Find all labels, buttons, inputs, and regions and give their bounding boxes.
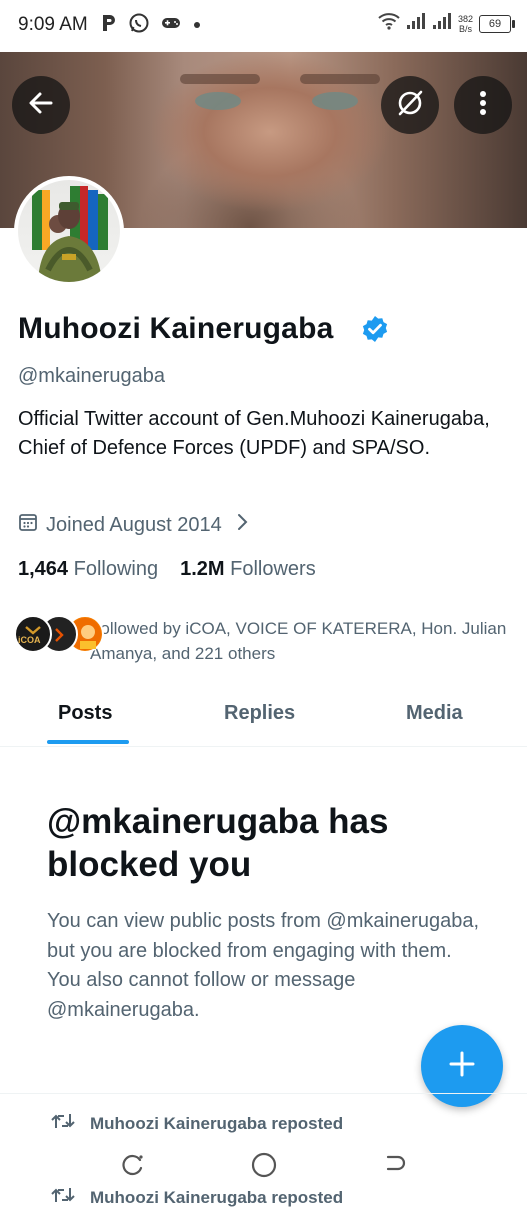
banner-detail	[300, 74, 380, 84]
profile-tabs: Posts Replies Media	[0, 688, 527, 747]
whatsapp-icon	[128, 12, 150, 39]
joined-label: Joined August 2014	[46, 513, 222, 536]
recents-button[interactable]	[118, 1152, 148, 1182]
back-button[interactable]	[12, 76, 70, 134]
blocked-title: @mkainerugaba has blocked you	[47, 802, 389, 884]
calendar-icon	[18, 512, 38, 538]
signal-icon	[432, 12, 452, 35]
circle-icon	[250, 1151, 278, 1184]
repost-icon	[50, 1112, 76, 1135]
banner-detail	[195, 92, 241, 110]
repost-text: Muhoozi Kainerugaba reposted	[90, 1113, 344, 1133]
more-button[interactable]	[454, 76, 512, 134]
mini-avatar-text: iCOA	[18, 635, 41, 645]
tab-media[interactable]: Media	[406, 702, 463, 725]
avatar-image	[18, 180, 120, 282]
grok-icon	[395, 88, 425, 123]
tab-replies[interactable]: Replies	[224, 702, 295, 725]
p-icon	[100, 13, 118, 38]
chevron-right-icon	[236, 513, 248, 537]
followed-by-text[interactable]: Followed by iCOA, VOICE OF KATERERA, Hon…	[90, 616, 510, 666]
repost-text: Muhoozi Kainerugaba reposted	[90, 1187, 344, 1207]
avatar[interactable]	[14, 176, 124, 286]
repost-row[interactable]: Muhoozi Kainerugaba reposted	[50, 1186, 343, 1209]
repost-icon	[50, 1186, 76, 1209]
speed-value: 382	[457, 13, 473, 24]
signal-icon	[406, 12, 426, 35]
joined-date[interactable]: Joined August 2014	[18, 512, 248, 538]
follow-counts: 1,464 Following 1.2M Followers	[18, 558, 316, 581]
compose-button[interactable]	[421, 1025, 503, 1107]
gamepad-icon	[160, 15, 182, 36]
banner-detail	[180, 74, 260, 84]
followers-count: 1.2M	[180, 558, 225, 580]
repost-row[interactable]: Muhoozi Kainerugaba reposted	[50, 1112, 343, 1135]
plus-icon	[448, 1050, 476, 1083]
verified-badge-icon[interactable]	[361, 315, 389, 348]
followed-by-avatars[interactable]: iCOA	[14, 615, 104, 653]
mini-avatar: iCOA	[14, 615, 52, 653]
home-button[interactable]	[249, 1152, 279, 1182]
tab-posts[interactable]: Posts	[58, 702, 112, 725]
grok-button[interactable]	[381, 76, 439, 134]
status-time: 9:09 AM	[18, 14, 88, 35]
followers-link[interactable]: 1.2M Followers	[180, 558, 316, 581]
battery-icon: 69	[479, 14, 515, 33]
status-bar: 9:09 AM 382 B/s 69	[0, 0, 527, 52]
profile-name: Muhoozi Kainerugaba	[18, 312, 334, 345]
dot-icon	[192, 17, 202, 35]
network-speed: 382 B/s	[458, 14, 473, 34]
profile-bio: Official Twitter account of Gen.Muhoozi …	[18, 408, 490, 459]
following-link[interactable]: 1,464 Following	[18, 558, 158, 581]
rotate-icon	[120, 1152, 146, 1183]
active-tab-indicator	[47, 740, 129, 744]
arrow-left-icon	[27, 89, 55, 122]
back-gesture-icon	[382, 1152, 408, 1183]
divider	[0, 1093, 527, 1094]
speed-unit: B/s	[458, 23, 472, 34]
blocked-body: You can view public posts from @mkaineru…	[47, 910, 480, 1021]
banner-detail	[312, 92, 358, 110]
followers-label: Followers	[230, 558, 316, 580]
following-count: 1,464	[18, 558, 69, 580]
profile-handle: @mkainerugaba	[18, 365, 166, 387]
wifi-icon	[378, 12, 400, 35]
back-nav-button[interactable]	[380, 1152, 410, 1182]
more-vertical-icon	[479, 90, 487, 121]
following-label: Following	[73, 558, 159, 580]
